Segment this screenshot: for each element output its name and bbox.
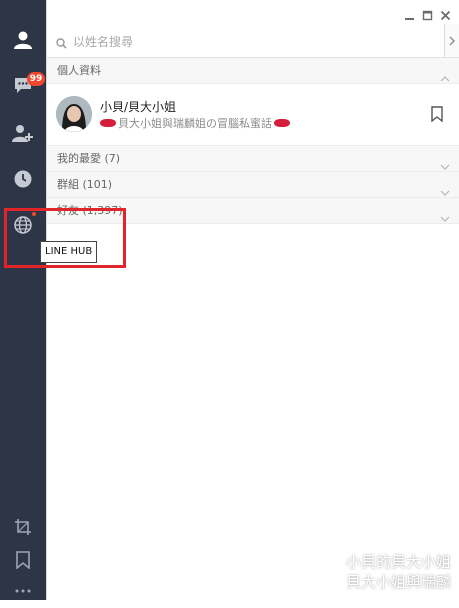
avatar — [56, 96, 92, 132]
unread-badge: 99 — [27, 72, 45, 86]
main-panel: 個人資料 小貝/貝大小姐 貝大小姐與瑞麟姐の冒腦私蜜話 我的最愛 (7) — [46, 0, 459, 600]
section-friends-label: 好友 (1,397) — [57, 204, 123, 217]
maximize-icon[interactable] — [422, 6, 433, 21]
profile-name: 小貝/貝大小姐 — [100, 100, 177, 114]
section-friends[interactable]: 好友 (1,397) — [47, 198, 459, 224]
search-bar — [47, 24, 459, 58]
watermark-line-1: 小貝的貝大小姐 — [345, 553, 451, 571]
keep-icon[interactable] — [0, 543, 46, 577]
more-icon[interactable] — [0, 574, 46, 608]
my-profile-row[interactable]: 小貝/貝大小姐 貝大小姐與瑞麟姐の冒腦私蜜話 — [47, 84, 459, 146]
sidebar: 99 — [0, 0, 46, 600]
section-favorites[interactable]: 我的最愛 (7) — [47, 146, 459, 172]
bookmark-icon[interactable] — [431, 106, 443, 126]
section-groups[interactable]: 群組 (101) — [47, 172, 459, 198]
minimize-icon[interactable] — [404, 6, 415, 20]
chevron-down-icon — [440, 206, 450, 232]
section-favorites-label: 我的最愛 (7) — [57, 152, 121, 165]
search-input[interactable] — [71, 32, 435, 52]
expand-panel-button[interactable] — [444, 24, 459, 57]
timeline-icon[interactable] — [0, 162, 46, 196]
friends-icon[interactable] — [0, 23, 46, 57]
new-dot — [32, 212, 36, 216]
watermark-line-2: 貝大小姐與瑞麟 — [345, 573, 451, 591]
line-hub-tooltip: LINE HUB — [40, 241, 98, 263]
section-groups-label: 群組 (101) — [57, 178, 113, 191]
close-icon[interactable] — [440, 6, 451, 21]
search-icon — [56, 34, 67, 53]
profile-status-text: 貝大小姐與瑞麟姐の冒腦私蜜話 — [118, 117, 272, 130]
add-friend-icon[interactable] — [0, 116, 46, 150]
section-profile-label: 個人資料 — [57, 64, 101, 77]
line-hub-icon[interactable] — [0, 208, 46, 242]
section-profile[interactable]: 個人資料 — [47, 58, 459, 84]
lips-icon — [100, 119, 116, 127]
profile-status: 貝大小姐與瑞麟姐の冒腦私蜜話 — [100, 115, 290, 131]
watermark: 小貝的貝大小姐 貝大小姐與瑞麟 — [346, 552, 451, 592]
crop-icon[interactable] — [0, 510, 46, 544]
window-controls — [299, 0, 459, 22]
lips-icon — [274, 119, 290, 127]
